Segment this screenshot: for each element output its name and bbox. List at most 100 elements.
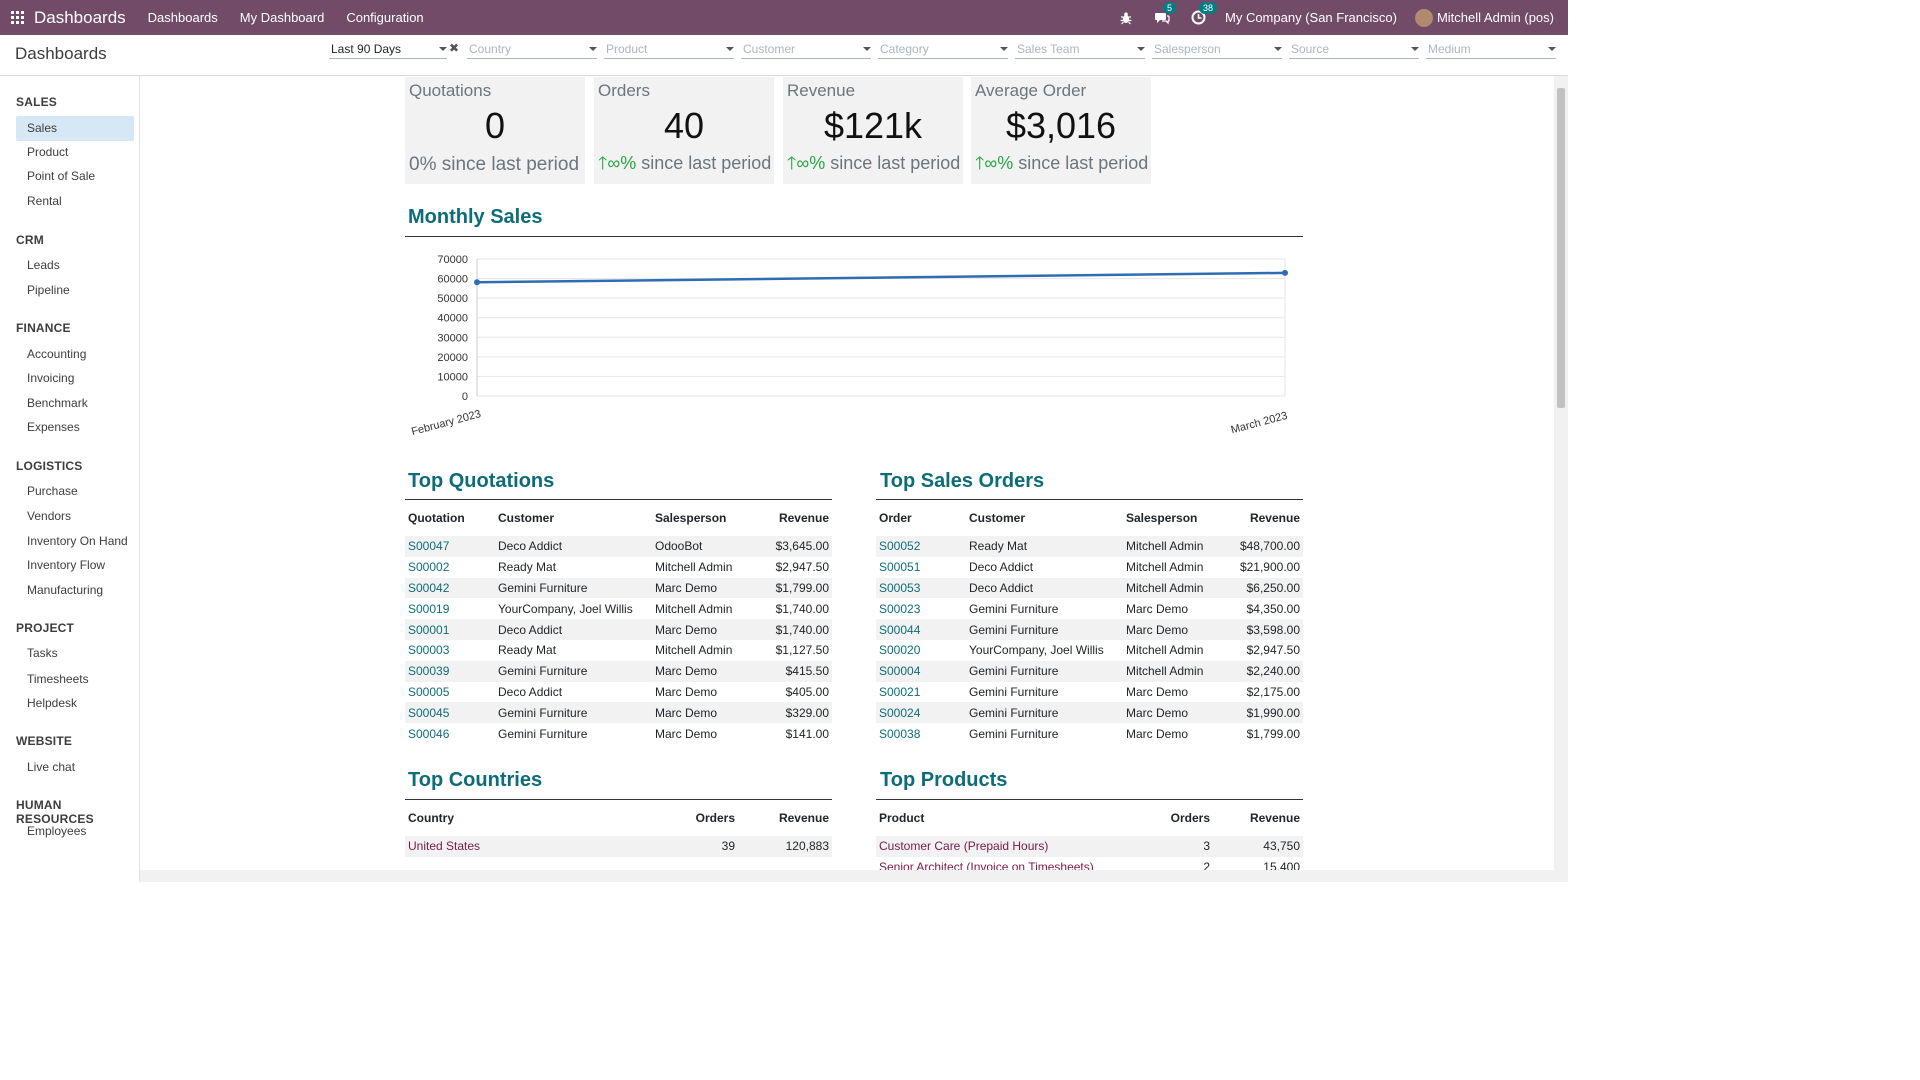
filter-source[interactable]: Source <box>1289 41 1419 59</box>
debug-bug-icon[interactable] <box>1117 9 1135 27</box>
table-cell[interactable]: S00039 <box>405 661 495 682</box>
sidebar-item-timesheets[interactable]: Timesheets <box>16 667 134 692</box>
filter-category[interactable]: Category <box>878 41 1008 59</box>
table-cell[interactable]: S00020 <box>876 640 966 661</box>
sidebar-item-inventory-flow[interactable]: Inventory Flow <box>16 553 134 578</box>
col-header[interactable]: Salesperson <box>1123 500 1223 536</box>
col-header[interactable]: Orders <box>1143 800 1213 836</box>
sidebar-item-leads[interactable]: Leads <box>16 253 134 278</box>
date-filter-select[interactable]: Last 90 Days ✖ <box>329 41 459 59</box>
table-row[interactable]: S00019 YourCompany, Joel Willis Mitchell A… <box>405 598 832 619</box>
col-header[interactable]: Quotation <box>405 500 495 536</box>
col-header[interactable]: Salesperson <box>652 500 757 536</box>
table-row[interactable]: Customer Care (Prepaid Hours) 3 43,750 <box>876 836 1303 857</box>
sidebar-item-vendors[interactable]: Vendors <box>16 504 134 529</box>
table-row[interactable]: Senior Architect (Invoice on Timesheets)… <box>876 857 1303 870</box>
kpi-revenue[interactable]: Revenue $121k 🡑∞% since last period <box>783 77 963 184</box>
col-header[interactable]: Order <box>876 500 966 536</box>
table-cell[interactable]: S00023 <box>876 598 966 619</box>
table-cell[interactable]: S00045 <box>405 702 495 723</box>
sidebar-item-point-of-sale[interactable]: Point of Sale <box>16 164 134 189</box>
col-header[interactable]: Customer <box>966 500 1123 536</box>
sidebar-item-purchase[interactable]: Purchase <box>16 479 134 504</box>
table-row[interactable]: S00024 Gemini Furniture Marc Demo $1,990.00 <box>876 702 1303 724</box>
table-cell[interactable]: S00053 <box>876 578 966 599</box>
kpi-average-order[interactable]: Average Order $3,016 🡑∞% since last peri… <box>971 77 1151 184</box>
sidebar-item-helpdesk[interactable]: Helpdesk <box>16 691 134 716</box>
table-row[interactable]: S00046 Gemini Furniture Marc Demo $141.00 <box>405 723 832 744</box>
table-cell[interactable]: S00047 <box>405 536 495 557</box>
sidebar-item-live-chat[interactable]: Live chat <box>16 755 134 780</box>
table-row[interactable]: S00021 Gemini Furniture Marc Demo $2,175.00 <box>876 682 1303 703</box>
table-cell[interactable]: Senior Architect (Invoice on Timesheets) <box>876 857 1143 870</box>
table-row[interactable]: S00051 Deco Addict Mitchell Admin $21,900.0… <box>876 557 1303 578</box>
table-cell[interactable]: S00024 <box>876 702 966 723</box>
table-cell[interactable]: S00051 <box>876 557 966 578</box>
table-row[interactable]: S00053 Deco Addict Mitchell Admin $6,250.00 <box>876 577 1303 599</box>
table-cell[interactable]: S00042 <box>405 578 495 599</box>
filter-salesperson[interactable]: Salesperson <box>1152 41 1282 59</box>
table-row[interactable]: S00042 Gemini Furniture Marc Demo $1,799.00 <box>405 577 832 599</box>
sidebar-item-accounting[interactable]: Accounting <box>16 342 134 367</box>
table-row[interactable]: S00039 Gemini Furniture Marc Demo $415.50 <box>405 660 832 682</box>
table-cell[interactable]: Customer Care (Prepaid Hours) <box>876 836 1143 857</box>
company-switcher[interactable]: My Company (San Francisco) <box>1225 10 1397 25</box>
col-header[interactable]: Revenue <box>1213 800 1303 836</box>
table-row[interactable]: S00001 Deco Addict Marc Demo $1,740.00 <box>405 619 832 640</box>
col-header[interactable]: Country <box>405 800 648 836</box>
col-header[interactable]: Revenue <box>757 500 832 536</box>
table-row[interactable]: S00020 YourCompany, Joel Willis Mitchell A… <box>876 640 1303 661</box>
menu-configuration[interactable]: Configuration <box>346 10 423 25</box>
filter-sales-team[interactable]: Sales Team <box>1015 41 1145 59</box>
sidebar-item-manufacturing[interactable]: Manufacturing <box>16 578 134 603</box>
user-menu[interactable]: Mitchell Admin (pos) <box>1414 8 1554 27</box>
table-cell[interactable]: S00019 <box>405 598 495 619</box>
table-row[interactable]: United States 39 120,883 <box>405 836 832 857</box>
filter-customer[interactable]: Customer <box>741 41 871 59</box>
clear-filter-icon[interactable]: ✖ <box>449 41 459 55</box>
sidebar-item-pipeline[interactable]: Pipeline <box>16 278 134 303</box>
col-header[interactable]: Product <box>876 800 1143 836</box>
table-row[interactable]: S00038 Gemini Furniture Marc Demo $1,799.00 <box>876 723 1303 744</box>
col-header[interactable]: Orders <box>648 800 738 836</box>
sidebar-item-product[interactable]: Product <box>16 140 134 165</box>
kpi-orders[interactable]: Orders 40 🡑∞% since last period <box>594 77 774 184</box>
table-cell[interactable]: S00052 <box>876 536 966 557</box>
table-row[interactable]: S00045 Gemini Furniture Marc Demo $329.00 <box>405 702 832 724</box>
sidebar-item-sales[interactable]: Sales <box>16 116 134 141</box>
table-cell[interactable]: S00046 <box>405 723 495 744</box>
monthly-sales-chart[interactable]: 0 10000 20000 30000 40000 50000 60000 70000 Febr… <box>405 241 1305 441</box>
table-cell[interactable]: S00002 <box>405 557 495 578</box>
sidebar-item-expenses[interactable]: Expenses <box>16 415 134 440</box>
sidebar-item-inventory-on-hand[interactable]: Inventory On Hand <box>16 529 134 554</box>
table-cell[interactable]: United States <box>405 836 648 857</box>
app-brand[interactable]: Dashboards <box>34 8 126 28</box>
app-menu-icon[interactable] <box>0 11 34 24</box>
filter-medium[interactable]: Medium <box>1426 41 1556 59</box>
table-row[interactable]: S00047 Deco Addict OdooBot $3,645.00 <box>405 536 832 557</box>
table-row[interactable]: S00044 Gemini Furniture Marc Demo $3,598.00 <box>876 619 1303 640</box>
messages-icon[interactable]: 5 <box>1153 1 1177 27</box>
sidebar-item-rental[interactable]: Rental <box>16 189 134 214</box>
col-header[interactable]: Revenue <box>738 800 832 836</box>
table-row[interactable]: S00002 Ready Mat Mitchell Admin $2,947.50 <box>405 557 832 578</box>
vertical-scrollbar[interactable] <box>1554 76 1568 870</box>
activities-clock-icon[interactable]: 38 <box>1189 1 1218 27</box>
col-header[interactable]: Revenue <box>1223 500 1303 536</box>
table-cell[interactable]: S00004 <box>876 661 966 682</box>
col-header[interactable]: Customer <box>495 500 652 536</box>
table-cell[interactable]: S00003 <box>405 640 495 661</box>
sidebar-item-tasks[interactable]: Tasks <box>16 641 134 666</box>
filter-country[interactable]: Country <box>467 41 597 59</box>
filter-product[interactable]: Product <box>604 41 734 59</box>
table-cell[interactable]: S00044 <box>876 619 966 640</box>
table-cell[interactable]: S00038 <box>876 723 966 744</box>
table-row[interactable]: S00003 Ready Mat Mitchell Admin $1,127.50 <box>405 640 832 661</box>
table-cell[interactable]: S00021 <box>876 682 966 703</box>
kpi-quotations[interactable]: Quotations 0 0% since last period <box>405 77 585 184</box>
sidebar-item-invoicing[interactable]: Invoicing <box>16 366 134 391</box>
table-row[interactable]: S00023 Gemini Furniture Marc Demo $4,350.00 <box>876 598 1303 619</box>
menu-my-dashboard[interactable]: My Dashboard <box>240 10 325 25</box>
horizontal-scrollbar[interactable] <box>140 870 1568 882</box>
table-cell[interactable]: S00005 <box>405 682 495 703</box>
